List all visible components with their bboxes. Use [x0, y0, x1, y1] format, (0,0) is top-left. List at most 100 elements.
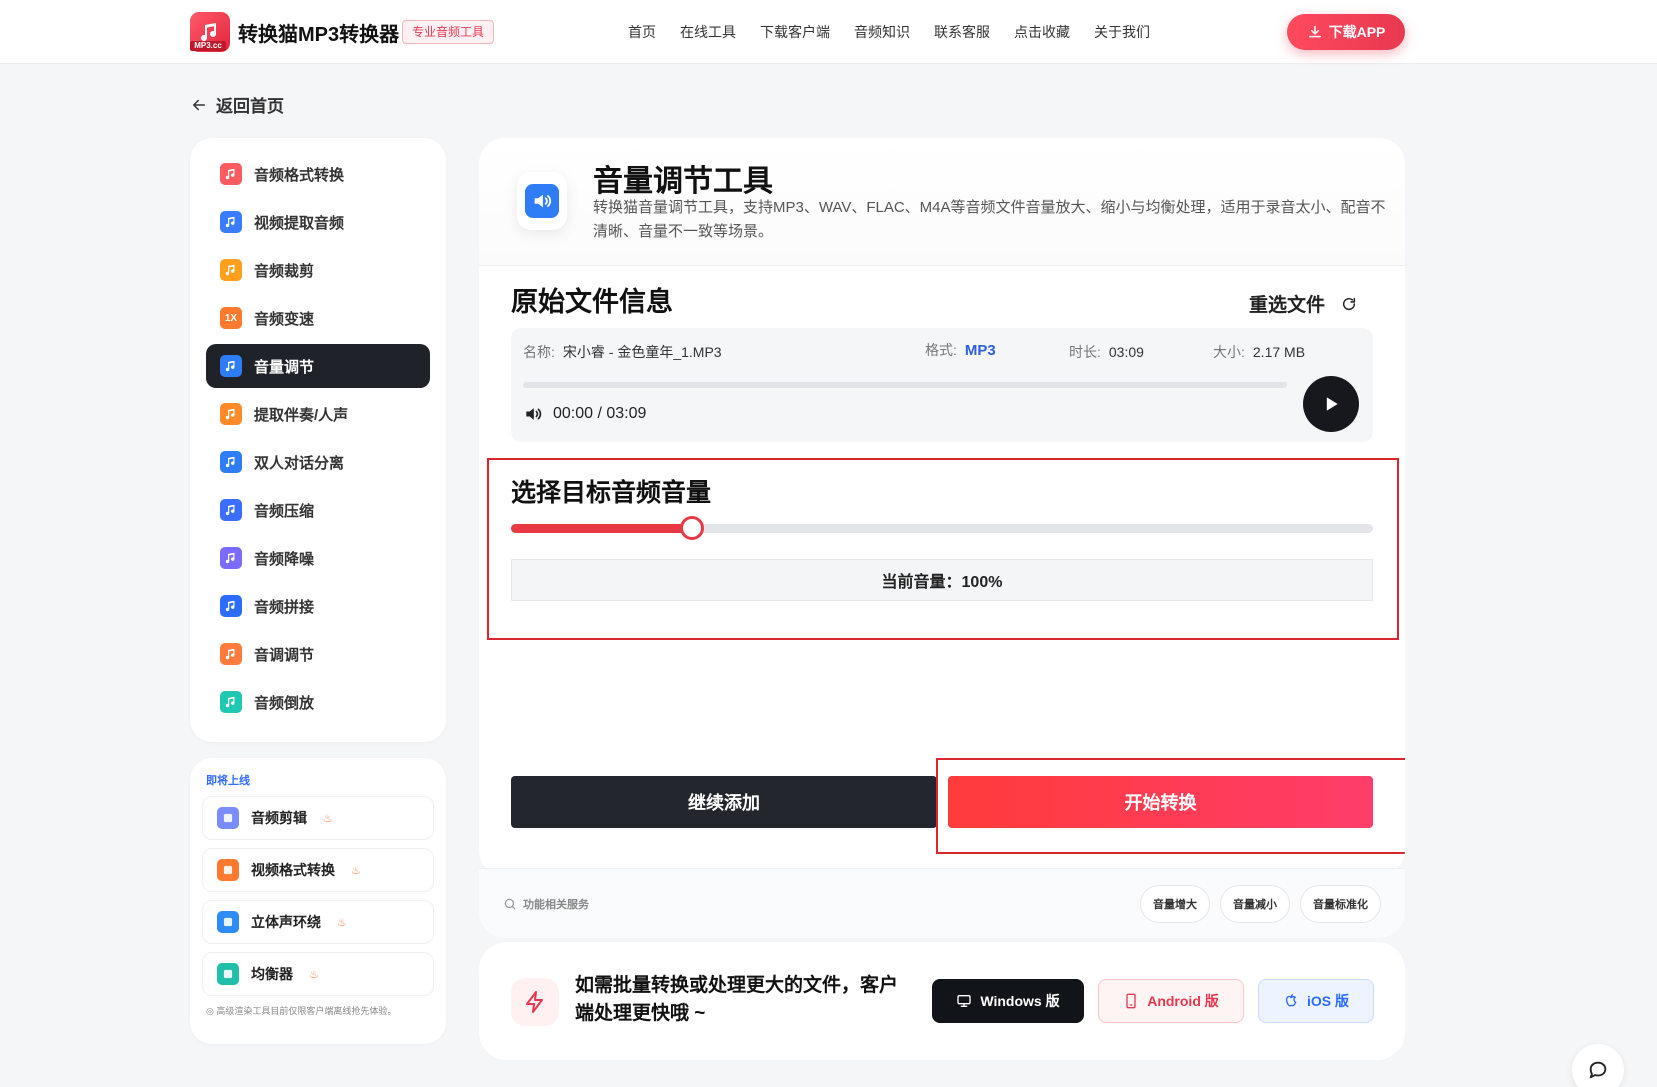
- ios-download-button[interactable]: iOS 版: [1258, 979, 1374, 1023]
- nav-audio-knowledge[interactable]: 音频知识: [854, 22, 910, 42]
- chat-support-button[interactable]: [1572, 1044, 1624, 1087]
- format-convert-icon: [220, 163, 242, 185]
- sidebar-item-label: 音频压缩: [254, 502, 315, 520]
- sidebar-item-label: 音频格式转换: [254, 166, 345, 184]
- hot-icon: ♨: [337, 916, 347, 929]
- volume-slider[interactable]: [511, 516, 1373, 540]
- back-home-link[interactable]: 返回首页: [190, 92, 284, 117]
- sidebar-item[interactable]: 音频降噪: [206, 536, 430, 580]
- sidebar-item[interactable]: 双人对话分离: [206, 440, 430, 484]
- apple-icon: [1285, 994, 1297, 1007]
- nav-about[interactable]: 关于我们: [1094, 22, 1150, 42]
- tools-sidebar: 音频格式转换 视频提取音频 音频裁剪 1X 音频变速 音量调节 提取伴奏/人声 双人对话分离音…: [190, 138, 446, 742]
- download-icon: [1308, 25, 1321, 38]
- current-volume-display: 当前音量：100%: [511, 559, 1373, 601]
- target-volume-title: 选择目标音频音量: [511, 479, 712, 507]
- sidebar-item[interactable]: 提取伴奏/人声: [206, 392, 430, 436]
- speed-icon: 1X: [220, 307, 242, 329]
- compress-icon: [220, 499, 242, 521]
- chip-volume-down[interactable]: 音量减小: [1220, 885, 1290, 923]
- android-download-button[interactable]: Android 版: [1098, 979, 1244, 1023]
- chat-icon: [1589, 1061, 1607, 1079]
- hot-icon: ♨: [309, 968, 319, 981]
- windows-label: Windows 版: [980, 993, 1060, 1009]
- hot-icon: ♨: [351, 864, 361, 877]
- file-size-key: 大小:: [1213, 344, 1245, 360]
- equalizer-icon: [217, 963, 239, 985]
- chip-volume-normalize[interactable]: 音量标准化: [1300, 885, 1381, 923]
- start-convert-button[interactable]: 开始转换: [948, 776, 1373, 828]
- volume-slider-fill: [511, 524, 693, 533]
- arrow-left-icon: [193, 99, 205, 110]
- nav-download-client[interactable]: 下载客户端: [760, 22, 830, 42]
- sidebar-item[interactable]: 音调调节: [206, 632, 430, 676]
- chip-volume-up[interactable]: 音量增大: [1140, 885, 1210, 923]
- coming-soon-item[interactable]: 视频格式转换 ♨: [202, 848, 434, 892]
- file-duration-value: 03:09: [1108, 344, 1144, 360]
- volume-slider-knob[interactable]: [680, 516, 705, 540]
- sidebar-item[interactable]: 音频拼接: [206, 584, 430, 628]
- file-name-row: 名称: 宋小睿 - 金色童年_1.MP3: [523, 342, 722, 362]
- sidebar-item[interactable]: 1X 音频变速: [206, 296, 430, 340]
- file-duration-row: 时长: 03:09: [1069, 342, 1144, 362]
- continue-add-button[interactable]: 继续添加: [511, 776, 937, 828]
- tool-description: 转换猫音量调节工具，支持MP3、WAV、FLAC、M4A等音频文件音量放大、缩小…: [593, 199, 1386, 240]
- reselect-file-button[interactable]: 重选文件: [1249, 290, 1357, 317]
- sidebar-item-label: 音调调节: [254, 646, 315, 664]
- related-services-bar: 功能相关服务 音量增大 音量减小 音量标准化: [479, 868, 1405, 938]
- reselect-file-label: 重选文件: [1249, 295, 1326, 316]
- vocal-icon: [220, 403, 242, 425]
- nav-bookmark[interactable]: 点击收藏: [1014, 22, 1070, 42]
- related-chips: 音量增大 音量减小 音量标准化: [1140, 885, 1381, 923]
- nav-online-tools[interactable]: 在线工具: [680, 22, 736, 42]
- coming-soon-item[interactable]: 均衡器 ♨: [202, 952, 434, 996]
- main-nav: 首页 在线工具 下载客户端 音频知识 联系客服 点击收藏 关于我们: [628, 22, 1150, 42]
- sidebar-item[interactable]: 音频裁剪: [206, 248, 430, 292]
- sidebar-item[interactable]: 音频倒放: [206, 680, 430, 724]
- sidebar-item-label: 双人对话分离: [254, 454, 345, 472]
- file-format-row: 格式: MP3: [925, 340, 996, 360]
- windows-download-button[interactable]: Windows 版: [932, 979, 1084, 1023]
- merge-icon: [220, 595, 242, 617]
- sidebar-item[interactable]: 音量调节: [206, 344, 430, 388]
- coming-soon-label: 均衡器: [251, 966, 293, 982]
- sidebar-item[interactable]: 音频格式转换: [206, 152, 430, 196]
- nav-home[interactable]: 首页: [628, 22, 656, 42]
- sidebar-item-label: 音量调节: [254, 358, 315, 376]
- logo-tag: MP3.cc: [190, 41, 226, 51]
- coming-soon-item[interactable]: 立体声环绕 ♨: [202, 900, 434, 944]
- playback-progress-bar[interactable]: [523, 382, 1287, 388]
- app-title[interactable]: 转换猫MP3转换器: [238, 18, 399, 47]
- volume-icon: [220, 355, 242, 377]
- denoise-icon: [220, 547, 242, 569]
- sidebar-item-label: 视频提取音频: [254, 214, 345, 232]
- download-app-button[interactable]: 下载APP: [1287, 14, 1405, 50]
- nav-contact-support[interactable]: 联系客服: [934, 22, 990, 42]
- speaker-icon[interactable]: [523, 404, 543, 424]
- scissors-icon: [217, 807, 239, 829]
- ios-label: iOS 版: [1306, 993, 1349, 1009]
- pitch-icon: [220, 643, 242, 665]
- phone-icon: [1126, 993, 1136, 1009]
- tool-title: 音量调节工具: [593, 165, 773, 198]
- sidebar-item[interactable]: 音频压缩: [206, 488, 430, 532]
- file-duration-key: 时长:: [1069, 344, 1101, 360]
- download-app-label: 下载APP: [1328, 24, 1386, 40]
- play-button[interactable]: [1303, 376, 1359, 432]
- pro-badge: 专业音频工具: [402, 20, 495, 44]
- sidebar-item[interactable]: 视频提取音频: [206, 200, 430, 244]
- file-name-key: 名称:: [523, 344, 555, 360]
- file-size-row: 大小: 2.17 MB: [1213, 342, 1305, 362]
- tool-icon-wrap: [517, 172, 567, 230]
- refresh-icon: [1342, 297, 1356, 310]
- top-navbar: MP3.cc 转换猫MP3转换器 专业音频工具 首页 在线工具 下载客户端 音频…: [0, 0, 1657, 64]
- client-promo-text: 如需批量转换或处理更大的文件，客户端处理更快哦 ~: [575, 975, 899, 1024]
- sidebar-item-label: 音频倒放: [254, 694, 315, 712]
- coming-soon-item[interactable]: 音频剪辑 ♨: [202, 796, 434, 840]
- lightning-icon: [511, 978, 559, 1026]
- monitor-icon: [957, 995, 972, 1007]
- play-icon: [1326, 397, 1338, 411]
- sidebar-item-label: 提取伴奏/人声: [254, 406, 349, 424]
- coming-soon-label: 音频剪辑: [251, 810, 307, 826]
- file-info-title: 原始文件信息: [511, 287, 673, 317]
